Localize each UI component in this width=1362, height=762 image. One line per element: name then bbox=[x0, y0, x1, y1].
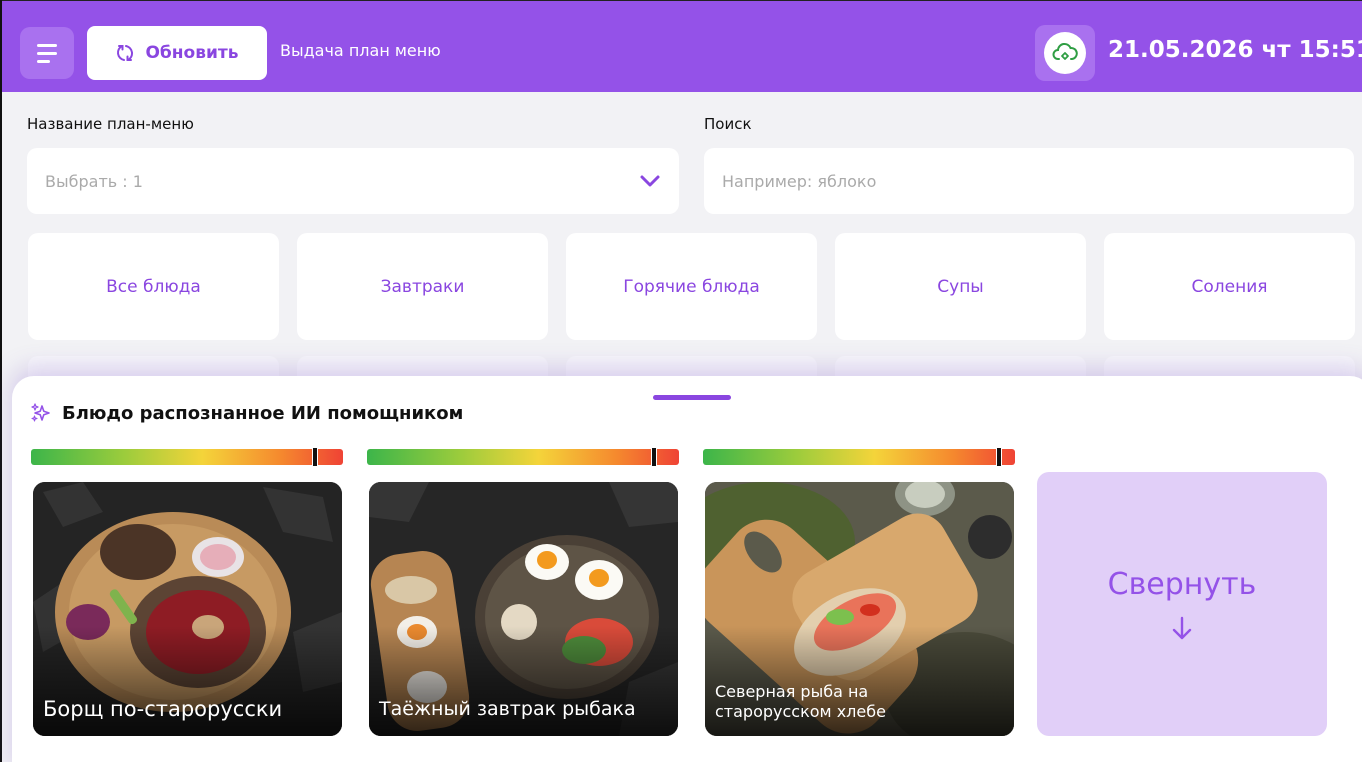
top-bar: Обновить Выдача план меню 21.05.2026 чт … bbox=[2, 0, 1362, 92]
confidence-gauge bbox=[367, 447, 679, 467]
datetime: 21.05.2026 чт 15:51 bbox=[1108, 37, 1362, 63]
gauge-marker bbox=[311, 447, 318, 467]
cloud-sync-button[interactable] bbox=[1035, 25, 1095, 81]
search-placeholder: Например: яблоко bbox=[722, 171, 877, 191]
category-pickles[interactable]: Соления bbox=[1104, 233, 1355, 340]
dish-card-breakfast[interactable]: Таёжный завтрак рыбака bbox=[369, 482, 678, 736]
dish-card-borscht[interactable]: Борщ по-старорусски bbox=[33, 482, 342, 736]
gauge-track bbox=[367, 449, 679, 465]
confidence-gauge bbox=[703, 447, 1015, 467]
sheet-drag-handle[interactable] bbox=[653, 395, 731, 400]
menu-name-label: Название план-меню bbox=[27, 115, 194, 133]
dish-name-line: Северная рыба на bbox=[715, 682, 869, 701]
cloud-icon bbox=[1052, 42, 1078, 60]
page-title: Выдача план меню bbox=[280, 41, 441, 60]
gauge-marker bbox=[651, 447, 658, 467]
ai-panel-title-text: Блюдо распознанное ИИ помощником bbox=[62, 402, 464, 424]
category-breakfast[interactable]: Завтраки bbox=[297, 233, 548, 340]
dish-name: Таёжный завтрак рыбака bbox=[379, 698, 636, 721]
menu-bar bbox=[37, 43, 57, 47]
refresh-button[interactable]: Обновить bbox=[87, 26, 267, 80]
menu-select-value: Выбрать : 1 bbox=[45, 171, 143, 191]
gauge-track bbox=[703, 449, 1015, 465]
confidence-gauge bbox=[31, 447, 343, 467]
arrow-down-icon bbox=[1172, 616, 1192, 639]
menu-bar bbox=[37, 59, 50, 63]
refresh-label: Обновить bbox=[145, 43, 239, 63]
collapse-label: Свернуть bbox=[1107, 566, 1257, 602]
search-label: Поиск bbox=[704, 115, 752, 133]
search-input[interactable]: Например: яблоко bbox=[704, 148, 1354, 214]
gauge-track bbox=[31, 449, 343, 465]
menu-select[interactable]: Выбрать : 1 bbox=[27, 148, 679, 214]
ai-panel-title: Блюдо распознанное ИИ помощником bbox=[30, 402, 463, 424]
category-hot-dishes[interactable]: Горячие блюда bbox=[566, 233, 817, 340]
dish-name-line: старорусском хлебе bbox=[715, 702, 886, 721]
gauge-marker bbox=[996, 447, 1003, 467]
dish-name: Борщ по-старорусски bbox=[43, 696, 283, 721]
refresh-icon bbox=[117, 45, 134, 61]
sparkles-icon bbox=[31, 403, 50, 422]
menu-icon[interactable] bbox=[20, 27, 74, 79]
dish-card-fish-bread[interactable]: Северная рыба на старорусском хлебе bbox=[705, 482, 1014, 736]
category-soups[interactable]: Супы bbox=[835, 233, 1086, 340]
menu-bar bbox=[37, 51, 57, 55]
chevron-down-icon bbox=[640, 175, 660, 187]
collapse-button[interactable]: Свернуть bbox=[1037, 472, 1327, 736]
ai-recognition-sheet: Блюдо распознанное ИИ помощником Борщ по… bbox=[12, 376, 1362, 762]
dish-name: Северная рыба на старорусском хлебе bbox=[715, 682, 886, 722]
category-all[interactable]: Все блюда bbox=[28, 233, 279, 340]
